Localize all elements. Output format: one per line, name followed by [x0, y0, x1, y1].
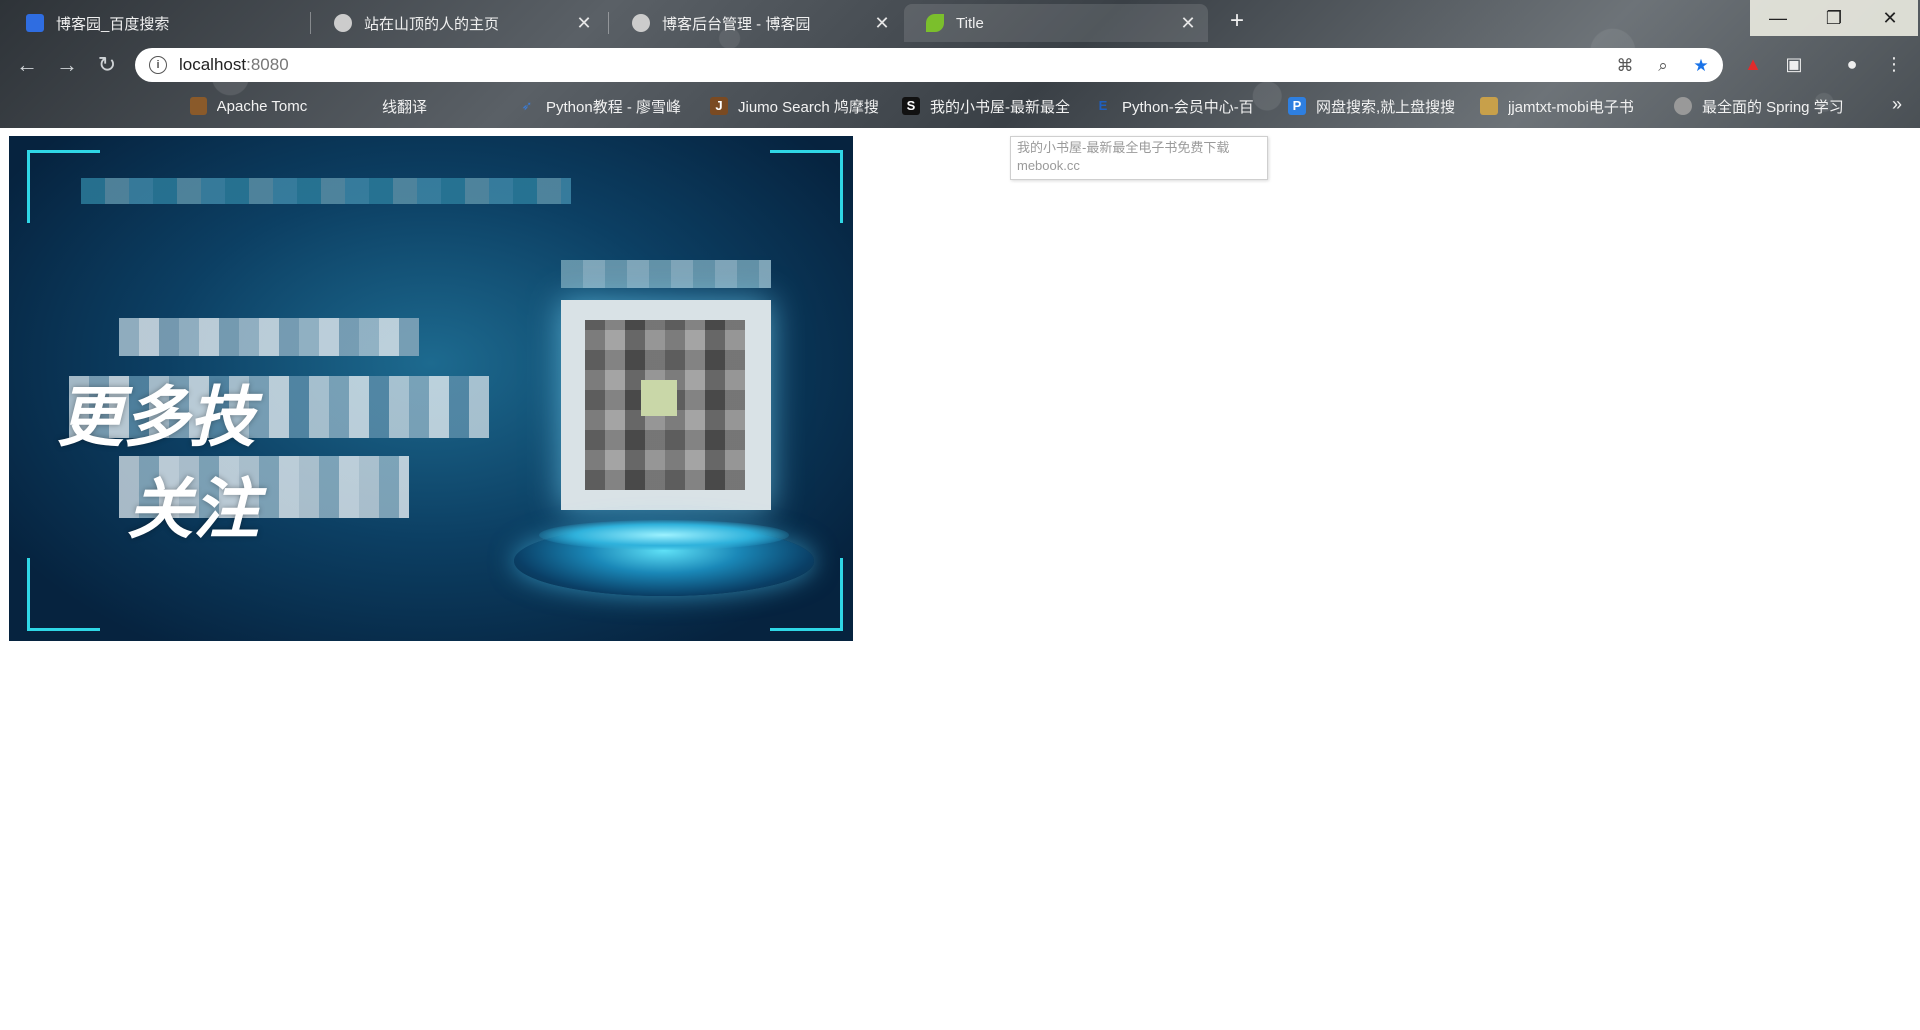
frame-corner — [770, 150, 843, 223]
tab-title: 站在山顶的人的主页 — [364, 15, 500, 33]
bookmark-pansoso[interactable]: P 网盘搜索,就上盘搜搜 — [1288, 94, 1458, 118]
tab-separator — [310, 12, 311, 34]
minimize-button[interactable]: — — [1750, 0, 1806, 36]
close-icon[interactable]: ✕ — [1178, 13, 1198, 34]
promo-banner-image: 更多技 关注 — [9, 136, 853, 641]
spring-leaf-icon — [926, 14, 944, 32]
s-square-icon: S — [902, 97, 920, 115]
tab-blog-admin[interactable]: 博客后台管理 - 博客园 ✕ — [610, 4, 902, 42]
baidu-paw-icon — [26, 14, 44, 32]
tooltip-title: 我的小书屋-最新最全电子书免费下载 — [1017, 140, 1230, 155]
reload-button[interactable]: ↻ — [92, 50, 122, 80]
cnblogs-icon — [632, 14, 650, 32]
banner-heading-pixelated — [81, 178, 571, 204]
new-tab-button[interactable]: + — [1222, 6, 1252, 36]
jjam-icon — [1480, 97, 1498, 115]
bookmark-python-tutorial[interactable]: ➶ Python教程 - 廖雪峰 — [518, 94, 688, 118]
tomcat-icon — [190, 97, 207, 115]
banner-subheading-pixelated — [119, 318, 419, 356]
profile-avatar-icon[interactable]: ● — [1840, 52, 1864, 76]
close-icon[interactable]: ✕ — [872, 13, 892, 34]
banner-slogan-line1: 更多技 — [57, 380, 255, 454]
tab-profile[interactable]: 站在山顶的人的主页 ✕ — [312, 4, 604, 42]
pedestal-glow — [539, 520, 789, 550]
rocket-icon: ➶ — [521, 98, 533, 113]
back-button[interactable]: ← — [12, 50, 42, 80]
jiumo-icon: J — [710, 97, 728, 115]
bookmark-star-icon[interactable]: ★ — [1691, 56, 1711, 76]
bookmark-python-member[interactable]: E Python-会员中心-百 — [1094, 94, 1264, 118]
translate-icon[interactable]: ⌘ — [1615, 56, 1635, 76]
tab-baidu[interactable]: 博客园_百度搜索 — [4, 4, 304, 42]
adobe-acrobat-icon[interactable]: ▲ — [1741, 52, 1765, 76]
cnblogs-icon — [334, 14, 352, 32]
url-port: :8080 — [246, 55, 289, 74]
e-book-icon: E — [1098, 98, 1108, 113]
tab-strip: 博客园_百度搜索 站在山顶的人的主页 ✕ 博客后台管理 - 博客园 ✕ Titl… — [0, 0, 1920, 42]
banner-slogan-line2: 关注 — [127, 472, 259, 546]
bookmark-jiumo[interactable]: J Jiumo Search 鸠摩搜 — [710, 94, 880, 118]
more-bookmarks-button[interactable]: » — [1892, 94, 1902, 115]
bookmark-tooltip: 我的小书屋-最新最全电子书免费下载 mebook.cc — [1010, 136, 1268, 180]
extension-icon[interactable]: ▣ — [1782, 52, 1806, 76]
bookmark-mebook[interactable]: S 我的小书屋-最新最全 — [902, 94, 1072, 118]
bookmark-tomcat[interactable]: Apache Tomca — [190, 94, 308, 118]
bookmark-translate[interactable]: 线翻译 — [382, 94, 482, 118]
bookmarks-bar: Apache Tomca 线翻译 ➶ Python教程 - 廖雪峰 J Jium… — [0, 90, 1920, 122]
close-window-button[interactable]: ✕ — [1862, 0, 1918, 36]
browser-chrome: 博客园_百度搜索 站在山顶的人的主页 ✕ 博客后台管理 - 博客园 ✕ Titl… — [0, 0, 1920, 128]
zoom-icon[interactable]: ⌕ — [1653, 56, 1673, 76]
menu-kebab-icon[interactable]: ⋮ — [1882, 52, 1906, 76]
site-info-icon[interactable]: i — [149, 56, 167, 74]
qr-center-logo — [641, 380, 677, 416]
forward-button[interactable]: → — [52, 50, 82, 80]
qr-caption-pixelated — [561, 260, 771, 288]
tab-title: 博客园_百度搜索 — [56, 15, 170, 33]
restore-button[interactable]: ❐ — [1806, 0, 1862, 36]
tab-title-page[interactable]: Title ✕ — [904, 4, 1208, 42]
tab-separator — [608, 12, 609, 34]
toolbar: ← → ↻ i localhost :8080 ⌘ ⌕ ★ ▲ ▣ ● ⋮ — [0, 44, 1920, 86]
close-icon[interactable]: ✕ — [574, 13, 594, 34]
bookmark-jjamtxt[interactable]: jjamtxt-mobi电子书 — [1480, 94, 1650, 118]
cnblogs-icon — [1674, 97, 1692, 115]
p-square-icon: P — [1288, 97, 1306, 115]
tab-title: 博客后台管理 - 博客园 — [662, 15, 811, 33]
tab-title: Title — [956, 14, 984, 32]
bookmark-spring[interactable]: 最全面的 Spring 学习 — [1674, 94, 1844, 118]
address-bar[interactable]: i localhost :8080 ⌘ ⌕ ★ — [135, 48, 1723, 82]
url-host: localhost — [179, 55, 247, 74]
tooltip-url: mebook.cc — [1017, 158, 1080, 173]
frame-corner — [27, 558, 100, 631]
